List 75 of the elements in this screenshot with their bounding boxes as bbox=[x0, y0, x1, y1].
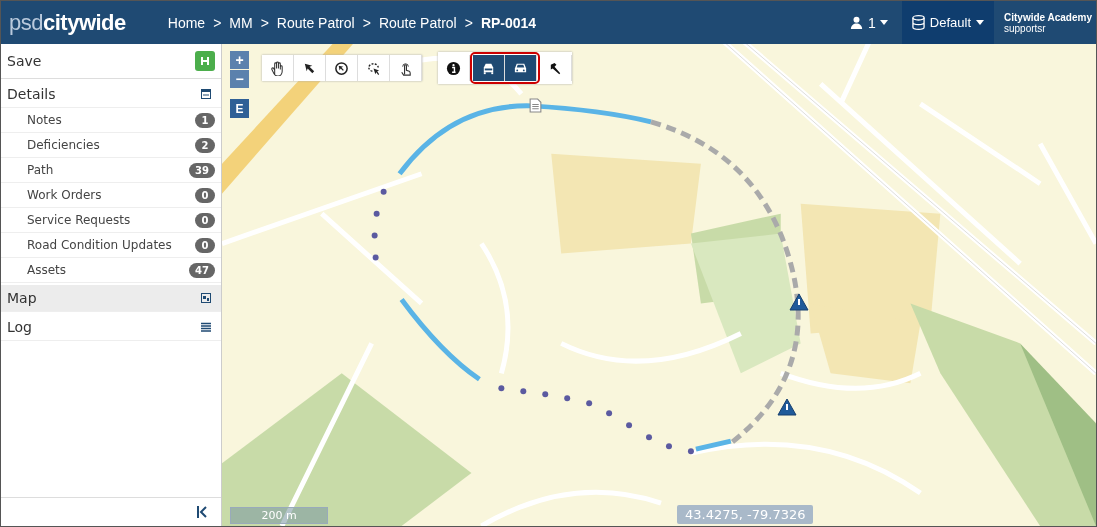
touch-icon bbox=[398, 60, 413, 76]
count-badge: 0 bbox=[195, 237, 215, 253]
sidebar-item[interactable]: Assets 47 bbox=[1, 258, 221, 283]
item-label: Road Condition Updates bbox=[27, 238, 172, 252]
document-icon[interactable] bbox=[529, 98, 542, 113]
save-icon bbox=[200, 56, 210, 66]
count-badge: 47 bbox=[189, 262, 215, 278]
edit-button[interactable]: E bbox=[230, 99, 249, 118]
lasso-pointer-icon bbox=[366, 60, 381, 76]
map-view[interactable]: + − E 200 m 43.4275, -79.7326 bbox=[222, 44, 1096, 526]
item-label: Work Orders bbox=[27, 188, 102, 202]
sidebar-item[interactable]: Notes 1 bbox=[1, 108, 221, 133]
item-label: Path bbox=[27, 163, 54, 177]
map-icon bbox=[201, 293, 211, 303]
users-dropdown[interactable]: 1 bbox=[843, 14, 894, 31]
map-tool-button[interactable] bbox=[262, 55, 294, 81]
user-name: supportsr bbox=[1004, 22, 1046, 34]
caret-icon bbox=[879, 20, 888, 25]
count-badge: 2 bbox=[195, 137, 215, 153]
section-label: Details bbox=[7, 86, 56, 102]
count-badge: 0 bbox=[195, 212, 215, 228]
section-header[interactable]: Map bbox=[1, 285, 221, 312]
breadcrumb-separator: > bbox=[362, 14, 371, 31]
circle-pointer-icon bbox=[334, 60, 349, 76]
section-label: Map bbox=[7, 290, 37, 306]
breadcrumb-link[interactable]: MM bbox=[229, 14, 253, 31]
collapse-icon[interactable] bbox=[197, 506, 207, 518]
database-icon bbox=[911, 15, 925, 30]
item-label: Assets bbox=[27, 263, 67, 277]
section-header[interactable]: Details bbox=[1, 81, 221, 108]
map-tool-button[interactable] bbox=[358, 55, 390, 81]
breadcrumb-link[interactable]: Route Patrol bbox=[276, 14, 355, 31]
breadcrumb-separator: > bbox=[260, 14, 269, 31]
item-label: Service Requests bbox=[27, 213, 131, 227]
form-icon bbox=[201, 89, 211, 99]
save-label: Save bbox=[7, 53, 42, 69]
map-tool-button[interactable] bbox=[390, 55, 422, 81]
count-badge: 39 bbox=[189, 162, 215, 178]
list-icon bbox=[201, 322, 211, 332]
map-tool-button[interactable] bbox=[326, 55, 358, 81]
breadcrumb-separator: > bbox=[464, 14, 473, 31]
count-badge: 0 bbox=[195, 187, 215, 203]
sidebar-item[interactable]: Path 39 bbox=[1, 158, 221, 183]
zoom-in-button[interactable]: + bbox=[230, 51, 249, 69]
section-header[interactable]: Log bbox=[1, 314, 221, 341]
profile-dropdown[interactable]: Default bbox=[901, 1, 994, 44]
hammer-icon bbox=[548, 60, 563, 76]
breadcrumb-link[interactable]: RP-0014 bbox=[480, 14, 537, 31]
breadcrumb-link[interactable]: Home bbox=[167, 14, 206, 31]
sidebar-item[interactable]: Road Condition Updates 0 bbox=[1, 233, 221, 258]
breadcrumb-separator: > bbox=[213, 14, 222, 31]
map-tool-button[interactable] bbox=[473, 55, 505, 81]
scale-bar: 200 m bbox=[230, 507, 328, 524]
warning-triangle-icon[interactable] bbox=[777, 398, 797, 416]
map-tool-button[interactable] bbox=[294, 55, 326, 81]
map-tool-button[interactable] bbox=[505, 55, 537, 81]
sidebar-item[interactable]: Deficiencies 2 bbox=[1, 133, 221, 158]
sidebar-item[interactable]: Service Requests 0 bbox=[1, 208, 221, 233]
info-icon bbox=[446, 60, 461, 76]
section-label: Log bbox=[7, 319, 32, 335]
sidebar-item[interactable]: Work Orders 0 bbox=[1, 183, 221, 208]
item-label: Notes bbox=[27, 113, 62, 127]
item-label: Deficiencies bbox=[27, 138, 100, 152]
caret-icon bbox=[976, 20, 984, 25]
logo[interactable]: psdcitywide bbox=[1, 9, 134, 36]
breadcrumb-link[interactable]: Route Patrol bbox=[378, 14, 457, 31]
warning-triangle-icon[interactable] bbox=[789, 293, 809, 311]
user-icon bbox=[849, 15, 864, 30]
zoom-out-button[interactable]: − bbox=[230, 70, 249, 88]
hand-icon bbox=[270, 60, 285, 76]
save-button[interactable] bbox=[195, 51, 215, 71]
count-badge: 1 bbox=[195, 112, 215, 128]
map-tool-button[interactable] bbox=[438, 55, 470, 81]
organization-name: Citywide Academy bbox=[1004, 11, 1092, 23]
coordinates-label: 43.4275, -79.7326 bbox=[677, 505, 814, 524]
